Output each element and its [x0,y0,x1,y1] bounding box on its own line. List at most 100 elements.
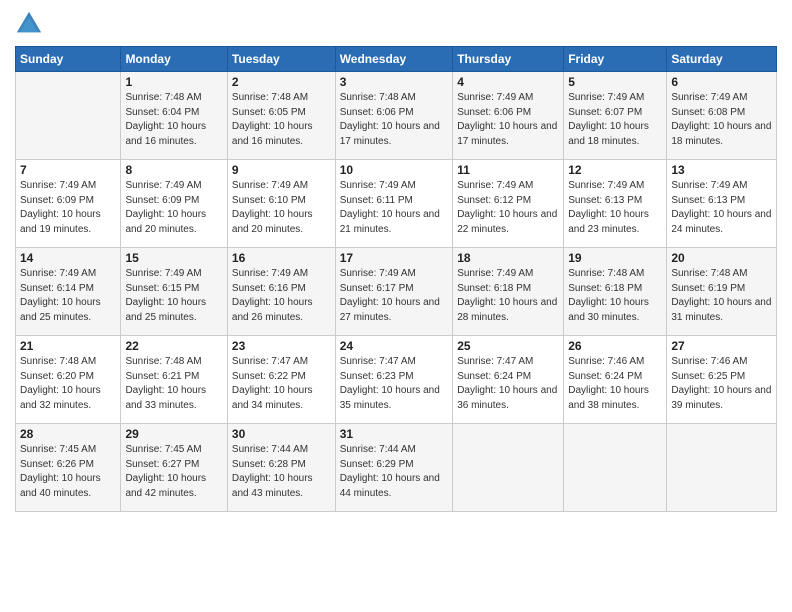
page-container: SundayMondayTuesdayWednesdayThursdayFrid… [0,0,792,612]
col-header-friday: Friday [564,47,667,72]
col-header-sunday: Sunday [16,47,121,72]
calendar-cell: 2 Sunrise: 7:48 AMSunset: 6:05 PMDaylight… [227,72,335,160]
calendar-cell: 5 Sunrise: 7:49 AMSunset: 6:07 PMDaylight… [564,72,667,160]
calendar-cell: 13 Sunrise: 7:49 AMSunset: 6:13 PMDayligh… [667,160,777,248]
day-number: 25 [457,339,559,353]
calendar-cell: 27 Sunrise: 7:46 AMSunset: 6:25 PMDayligh… [667,336,777,424]
day-info: Sunrise: 7:48 AMSunset: 6:06 PMDaylight:… [340,91,449,149]
week-row-3: 14Sunrise: 7:49 AMSunset: 6:14 PMDayligh… [16,248,777,336]
day-info: Sunrise: 7:48 AMSunset: 6:19 PMDaylight:… [671,267,772,325]
calendar-cell [16,72,121,160]
calendar-cell: 23 Sunrise: 7:47 AMSunset: 6:22 PMDayligh… [227,336,335,424]
header [15,10,777,38]
day-number: 17 [340,251,449,265]
day-info: Sunrise: 7:48 AMSunset: 6:04 PMDaylight:… [125,91,222,149]
calendar-cell: 1 Sunrise: 7:48 AMSunset: 6:04 PMDaylight… [121,72,227,160]
col-header-thursday: Thursday [453,47,564,72]
day-number: 12 [568,163,662,177]
calendar-cell: 20 Sunrise: 7:48 AMSunset: 6:19 PMDayligh… [667,248,777,336]
day-info: Sunrise: 7:49 AMSunset: 6:15 PMDaylight:… [125,267,222,325]
day-info: Sunrise: 7:49 AMSunset: 6:10 PMDaylight:… [232,179,331,237]
day-info: Sunrise: 7:49 AMSunset: 6:09 PMDaylight:… [125,179,222,237]
calendar-cell: 3 Sunrise: 7:48 AMSunset: 6:06 PMDaylight… [335,72,453,160]
day-number: 3 [340,75,449,89]
calendar-cell: 9 Sunrise: 7:49 AMSunset: 6:10 PMDaylight… [227,160,335,248]
day-info: Sunrise: 7:45 AMSunset: 6:27 PMDaylight:… [125,443,222,501]
day-number: 19 [568,251,662,265]
calendar-cell: 24 Sunrise: 7:47 AMSunset: 6:23 PMDayligh… [335,336,453,424]
day-number: 18 [457,251,559,265]
day-info: Sunrise: 7:46 AMSunset: 6:24 PMDaylight:… [568,355,662,413]
calendar-cell: 19 Sunrise: 7:48 AMSunset: 6:18 PMDayligh… [564,248,667,336]
day-info: Sunrise: 7:48 AMSunset: 6:05 PMDaylight:… [232,91,331,149]
day-info: Sunrise: 7:49 AMSunset: 6:07 PMDaylight:… [568,91,662,149]
day-number: 9 [232,163,331,177]
calendar-cell [667,424,777,512]
day-number: 13 [671,163,772,177]
col-header-tuesday: Tuesday [227,47,335,72]
day-info: Sunrise: 7:49 AMSunset: 6:16 PMDaylight:… [232,267,331,325]
day-info: Sunrise: 7:47 AMSunset: 6:22 PMDaylight:… [232,355,331,413]
calendar-cell: 14Sunrise: 7:49 AMSunset: 6:14 PMDayligh… [16,248,121,336]
day-number: 27 [671,339,772,353]
calendar-cell: 11 Sunrise: 7:49 AMSunset: 6:12 PMDayligh… [453,160,564,248]
day-number: 24 [340,339,449,353]
calendar-cell: 15 Sunrise: 7:49 AMSunset: 6:15 PMDayligh… [121,248,227,336]
calendar-cell: 21 Sunrise: 7:48 AMSunset: 6:20 PMDayligh… [16,336,121,424]
day-info: Sunrise: 7:48 AMSunset: 6:20 PMDaylight:… [20,355,116,413]
day-info: Sunrise: 7:49 AMSunset: 6:11 PMDaylight:… [340,179,449,237]
calendar-cell: 29 Sunrise: 7:45 AMSunset: 6:27 PMDayligh… [121,424,227,512]
calendar-cell: 17 Sunrise: 7:49 AMSunset: 6:17 PMDayligh… [335,248,453,336]
col-header-saturday: Saturday [667,47,777,72]
calendar-cell [453,424,564,512]
logo-icon [15,10,43,38]
day-info: Sunrise: 7:48 AMSunset: 6:18 PMDaylight:… [568,267,662,325]
day-number: 5 [568,75,662,89]
day-number: 2 [232,75,331,89]
day-number: 7 [20,163,116,177]
day-number: 21 [20,339,116,353]
calendar-cell: 16 Sunrise: 7:49 AMSunset: 6:16 PMDayligh… [227,248,335,336]
calendar-cell: 25 Sunrise: 7:47 AMSunset: 6:24 PMDayligh… [453,336,564,424]
calendar-cell: 18Sunrise: 7:49 AMSunset: 6:18 PMDayligh… [453,248,564,336]
day-number: 31 [340,427,449,441]
day-number: 22 [125,339,222,353]
day-info: Sunrise: 7:49 AMSunset: 6:12 PMDaylight:… [457,179,559,237]
day-number: 28 [20,427,116,441]
day-number: 14 [20,251,116,265]
day-info: Sunrise: 7:49 AMSunset: 6:13 PMDaylight:… [671,179,772,237]
calendar-cell: 31 Sunrise: 7:44 AMSunset: 6:29 PMDayligh… [335,424,453,512]
day-number: 26 [568,339,662,353]
calendar-cell: 10 Sunrise: 7:49 AMSunset: 6:11 PMDayligh… [335,160,453,248]
calendar-cell: 7Sunrise: 7:49 AMSunset: 6:09 PMDaylight… [16,160,121,248]
week-row-1: 1 Sunrise: 7:48 AMSunset: 6:04 PMDaylight… [16,72,777,160]
day-number: 11 [457,163,559,177]
day-info: Sunrise: 7:47 AMSunset: 6:24 PMDaylight:… [457,355,559,413]
calendar-cell: 28 Sunrise: 7:45 AMSunset: 6:26 PMDayligh… [16,424,121,512]
week-row-2: 7 Sunrise: 7:49 AMSunset: 6:09 PMDaylight… [16,160,777,248]
day-number: 10 [340,163,449,177]
calendar-cell: 26 Sunrise: 7:46 AMSunset: 6:24 PMDayligh… [564,336,667,424]
day-info: Sunrise: 7:49 AMSunset: 6:17 PMDaylight:… [340,267,449,325]
calendar-cell [564,424,667,512]
calendar-cell: 22Sunrise: 7:48 AMSunset: 6:21 PMDayligh… [121,336,227,424]
day-number: 23 [232,339,331,353]
week-row-4: 21 Sunrise: 7:48 AMSunset: 6:20 PMDayligh… [16,336,777,424]
day-info: Sunrise: 7:49 AMSunset: 6:08 PMDaylight:… [671,91,772,149]
day-info: Sunrise: 7:46 AMSunset: 6:25 PMDaylight:… [671,355,772,413]
day-info: Sunrise: 7:44 AMSunset: 6:28 PMDaylight:… [232,443,331,501]
col-header-wednesday: Wednesday [335,47,453,72]
day-number: 6 [671,75,772,89]
day-number: 1 [125,75,222,89]
day-number: 15 [125,251,222,265]
col-header-monday: Monday [121,47,227,72]
day-number: 30 [232,427,331,441]
logo [15,10,47,38]
day-info: Sunrise: 7:47 AMSunset: 6:23 PMDaylight:… [340,355,449,413]
day-number: 16 [232,251,331,265]
day-info: Sunrise: 7:45 AMSunset: 6:26 PMDaylight:… [20,443,116,501]
day-number: 29 [125,427,222,441]
day-info: Sunrise: 7:44 AMSunset: 6:29 PMDaylight:… [340,443,449,501]
calendar-cell: 30 Sunrise: 7:44 AMSunset: 6:28 PMDayligh… [227,424,335,512]
day-number: 20 [671,251,772,265]
